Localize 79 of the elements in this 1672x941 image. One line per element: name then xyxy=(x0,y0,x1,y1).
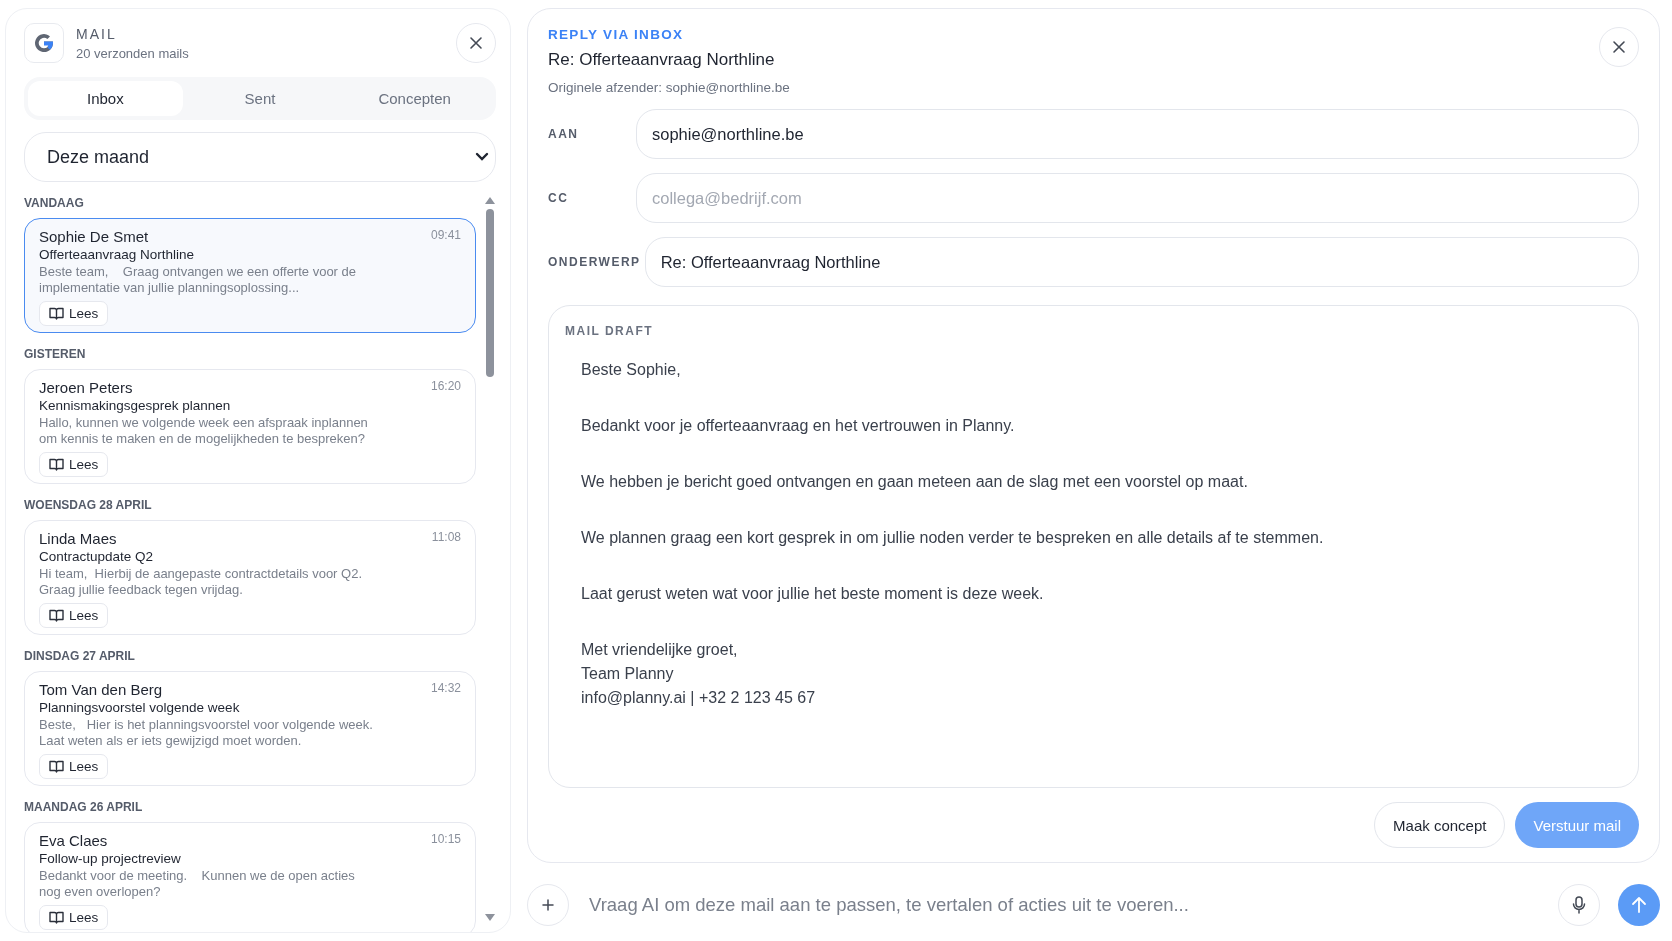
microphone-button[interactable] xyxy=(1558,884,1600,926)
mail-time: 16:20 xyxy=(430,379,461,395)
input-field[interactable]: Re: Offerteaanvraag Northline xyxy=(644,237,1639,287)
sender-name: Linda Maes xyxy=(39,530,117,547)
chevron-down-icon xyxy=(475,152,489,162)
draft-paragraph: We plannen graag een kort gesprek in om jullie noden verder te bespreken en alle details af te stemmen. xyxy=(581,528,1325,548)
mail-subject: Kennismakingsgesprek plannen xyxy=(39,398,232,413)
tab[interactable]: Inbox xyxy=(28,81,183,116)
mail-preview: Bedankt voor de meeting. Kunnen we de open acties nog even overlopen? xyxy=(39,868,356,900)
tab[interactable]: Concepten xyxy=(337,81,492,116)
book-icon xyxy=(49,458,64,471)
date-heading: MAANDAG 26 APRIL xyxy=(24,800,144,814)
draft-paragraph: Met vriendelijke groet, Team Planny info@planny.ai | +32 2 123 45 67 xyxy=(581,640,817,708)
close-button[interactable] xyxy=(1599,27,1639,67)
input-field[interactable]: collega@bedrijf.com xyxy=(636,173,1639,223)
mail-preview: Beste, Hier is het planningsvoorstel voor volgende week. Laat weten als er iets gewijzigd moet worden. xyxy=(39,717,374,749)
reply-label: REPLY VIA INBOX xyxy=(548,27,685,42)
tab[interactable]: Sent xyxy=(182,81,338,116)
sender-name: Tom Van den Berg xyxy=(39,681,163,698)
microphone-icon xyxy=(1572,896,1586,914)
add-button[interactable] xyxy=(527,884,569,926)
submit-button[interactable] xyxy=(1618,884,1660,926)
field-label: ONDERWERP xyxy=(548,255,641,269)
mail-time: 10:15 xyxy=(430,832,461,848)
book-icon xyxy=(49,307,64,320)
sender-name: Jeroen Peters xyxy=(39,379,133,396)
read-button[interactable]: Lees xyxy=(39,603,109,628)
mail-preview: Beste team, Graag ontvangen we een offerte voor de implementatie van jullie planningsoplossing... xyxy=(39,264,357,296)
reply-title: Re: Offerteaanvraag Northline xyxy=(548,50,776,70)
draft-button[interactable]: Maak concept xyxy=(1374,802,1506,848)
book-icon xyxy=(49,911,64,924)
read-button[interactable]: Lees xyxy=(39,905,109,930)
mail-time: 14:32 xyxy=(430,681,461,697)
sent-count: 20 verzonden mails xyxy=(76,45,190,61)
mail-preview: Hi team, Hierbij de aangepaste contractdetails voor Q2. Graag jullie feedback tegen vrijdag. xyxy=(39,566,363,598)
scrollbar-thumb[interactable] xyxy=(486,209,494,377)
mail-card[interactable]: Jeroen Peters 16:20 Kennismakingsgesprek plannen Hallo, kunnen we volgende week een afspraak inplannen om kennis te maken en de mogelijkheden te bespreken? Lees xyxy=(24,369,476,484)
book-icon xyxy=(49,609,64,622)
draft-paragraph: We hebben je bericht goed ontvangen en gaan meteen aan de slag met een voorstel op maat. xyxy=(581,472,1249,492)
draft-paragraph: Bedankt voor je offerteaanvraag en het vertrouwen in Planny. xyxy=(581,416,1016,436)
mail-card[interactable]: Tom Van den Berg 14:32 Planningsvoorstel volgende week Beste, Hier is het planningsvoorstel voor volgende week. Laat weten als er iets gewijzigd moet worden. Lees xyxy=(24,671,476,786)
draft-paragraph: Beste Sophie, xyxy=(581,360,682,380)
read-button[interactable]: Lees xyxy=(39,754,109,779)
input-field[interactable]: sophie@northline.be xyxy=(636,109,1639,159)
read-button[interactable]: Lees xyxy=(39,301,109,326)
arrow-up-icon xyxy=(1631,896,1647,914)
close-icon xyxy=(1612,40,1626,54)
mail-subject: Contractupdate Q2 xyxy=(39,549,155,564)
mail-time: 11:08 xyxy=(431,530,461,546)
app-title: MAIL xyxy=(76,25,118,42)
plus-icon xyxy=(541,898,555,912)
date-heading: WOENSDAG 28 APRIL xyxy=(24,498,153,512)
book-icon xyxy=(49,760,64,773)
mail-subject: Offerteaanvraag Northline xyxy=(39,247,196,262)
draft-paragraph: Laat gerust weten wat voor jullie het beste moment is deze week. xyxy=(581,584,1045,604)
mail-subject: Planningsvoorstel volgende week xyxy=(39,700,241,715)
close-button[interactable] xyxy=(456,23,496,63)
date-heading: VANDAAG xyxy=(24,196,85,210)
date-heading: GISTEREN xyxy=(24,347,87,361)
date-heading: DINSDAG 27 APRIL xyxy=(24,649,136,663)
original-sender: Originele afzender: sophie@northline.be xyxy=(548,80,791,95)
period-select[interactable]: Deze maand xyxy=(24,132,496,182)
sender-name: Eva Claes xyxy=(39,832,108,849)
draft-label: MAIL DRAFT xyxy=(565,324,655,338)
mail-time: 09:41 xyxy=(430,228,461,244)
g-logo-icon xyxy=(24,23,64,63)
mail-card[interactable]: Sophie De Smet 09:41 Offerteaanvraag Northline Beste team, Graag ontvangen we een offerte voor de implementatie van jullie planningsoplossing... Lees xyxy=(24,218,476,333)
field-label: AAN xyxy=(548,127,580,141)
mail-subject: Follow-up projectreview xyxy=(39,851,182,866)
field-label: CC xyxy=(548,191,570,205)
mail-preview: Hallo, kunnen we volgende week een afspraak inplannen om kennis te maken en de mogelijkheden te bespreken? xyxy=(39,415,369,447)
close-icon xyxy=(469,36,483,50)
read-button[interactable]: Lees xyxy=(39,452,109,477)
scroll-up-icon[interactable] xyxy=(484,196,496,205)
mail-card[interactable]: Eva Claes 10:15 Follow-up projectreview Bedankt voor de meeting. Kunnen we de open acties nog even overlopen? Lees xyxy=(24,822,476,932)
sender-name: Sophie De Smet xyxy=(39,228,149,245)
mail-card[interactable]: Linda Maes 11:08 Contractupdate Q2 Hi team, Hierbij de aangepaste contractdetails voor Q2. Graag jullie feedback tegen vrijdag. Lees xyxy=(24,520,476,635)
scroll-down-icon[interactable] xyxy=(484,913,496,922)
ai-prompt-field[interactable]: Vraag AI om deze mail aan te passen, te vertalen of acties uit te voeren... xyxy=(587,893,1540,917)
